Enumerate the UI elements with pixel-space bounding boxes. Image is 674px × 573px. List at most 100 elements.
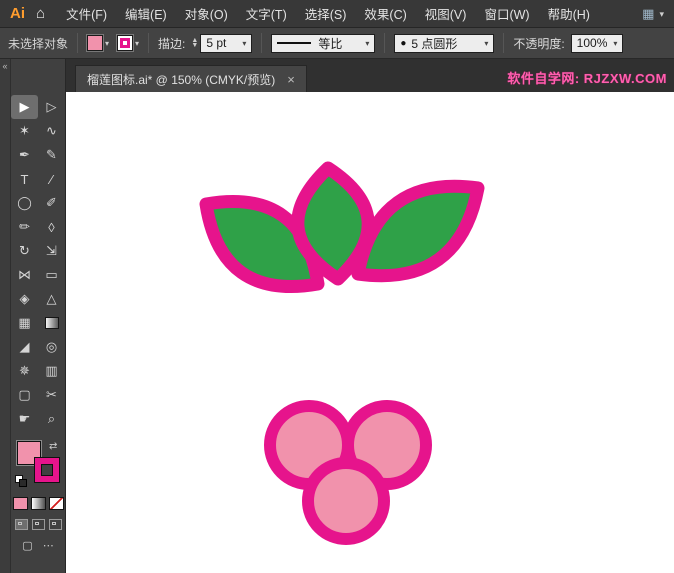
menu-window[interactable]: 窗口(W) [475, 4, 538, 23]
artboard-tool[interactable]: ▢ [11, 383, 38, 407]
type-icon: T [21, 172, 29, 187]
hand-tool[interactable]: ☛ [11, 407, 38, 431]
zoom-tool[interactable]: ⌕ [38, 407, 65, 431]
workspace-switcher[interactable]: ▦ ▾ [642, 0, 664, 28]
lasso-icon: ∿ [46, 123, 57, 139]
chevron-down-icon[interactable]: ▾ [236, 39, 246, 48]
menu-select[interactable]: 选择(S) [296, 4, 356, 23]
document-tab[interactable]: 榴莲图标.ai* @ 150% (CMYK/预览) × [75, 65, 307, 92]
draw-behind-button[interactable] [32, 519, 45, 530]
artboard-icon: ▢ [18, 387, 30, 403]
gradient-tool[interactable] [38, 311, 65, 335]
symbol-sprayer-tool[interactable]: ✵ [11, 359, 38, 383]
document-tab-bar: 榴莲图标.ai* @ 150% (CMYK/预览) × 软件自学网: RJZXW… [66, 59, 674, 92]
rotate-icon: ↻ [19, 243, 30, 259]
fill-color-swatch[interactable] [87, 35, 103, 51]
draw-normal-button[interactable] [15, 519, 28, 530]
symbol-sprayer-icon: ✵ [19, 363, 30, 379]
shape-builder-tool[interactable]: ◈ [11, 287, 38, 311]
paintbrush-tool[interactable]: ✐ [38, 191, 65, 215]
stroke-weight-stepper[interactable]: ▲▼ [191, 38, 198, 48]
canvas[interactable] [66, 92, 674, 573]
scale-tool[interactable]: ⇲ [38, 239, 65, 263]
stroke-weight-field[interactable]: 5 pt ▾ [200, 34, 252, 53]
blend-tool[interactable]: ◎ [38, 335, 65, 359]
magic-wand-icon: ✶ [19, 123, 30, 139]
swap-fill-stroke-icon[interactable]: ⇄ [49, 441, 57, 452]
brush-definition-dropdown[interactable]: ● 5 点圆形 ▾ [394, 34, 494, 53]
leaf-right-shape[interactable] [358, 186, 478, 275]
more-options-icon[interactable]: ⋯ [43, 539, 54, 552]
divider [503, 33, 504, 53]
type-tool[interactable]: T [11, 167, 38, 191]
pencil-icon: ✏ [19, 219, 30, 235]
width-profile-dropdown[interactable]: 等比 ▾ [271, 34, 375, 53]
watermark-text: 软件自学网: RJZXW.COM [507, 68, 667, 87]
default-fill-stroke-icon[interactable] [15, 475, 27, 487]
none-button[interactable] [49, 497, 64, 510]
chevron-down-icon[interactable]: ▾ [359, 39, 369, 48]
paintbrush-icon: ✐ [46, 195, 57, 211]
opacity-field[interactable]: 100% ▾ [571, 34, 623, 53]
color-button[interactable] [13, 497, 28, 510]
column-graph-icon: ▥ [45, 363, 57, 379]
berry-bottom-shape[interactable] [308, 463, 384, 539]
menu-type[interactable]: 文字(T) [237, 4, 296, 23]
line-segment-tool[interactable]: ∕ [38, 167, 65, 191]
collapse-panel-button[interactable]: « [2, 61, 7, 71]
screen-mode-row: ▢ ⋯ [11, 539, 65, 552]
chevron-down-icon[interactable]: ▾ [478, 39, 488, 48]
divider [384, 33, 385, 53]
change-screen-mode-button[interactable]: ▢ [22, 539, 32, 552]
menu-effect[interactable]: 效果(C) [355, 4, 415, 23]
curvature-tool[interactable]: ✎ [38, 143, 65, 167]
gradient-button[interactable] [31, 497, 46, 510]
menu-bar: Ai ⌂ 文件(F) 编辑(E) 对象(O) 文字(T) 选择(S) 效果(C)… [0, 0, 674, 28]
eraser-tool[interactable]: ◊ [38, 215, 65, 239]
mesh-icon: ▦ [18, 315, 30, 331]
slice-tool[interactable]: ✂ [38, 383, 65, 407]
perspective-grid-tool[interactable]: △ [38, 287, 65, 311]
home-icon[interactable]: ⌂ [34, 5, 57, 22]
free-transform-icon: ▭ [45, 267, 57, 283]
free-transform-tool[interactable]: ▭ [38, 263, 65, 287]
rotate-tool[interactable]: ↻ [11, 239, 38, 263]
panel-collapse-strip: « [0, 59, 11, 573]
tools-panel: ▶ ▷ ✶ ∿ ✒ ✎ T ∕ ◯ ✐ ✏ ◊ ↻ ⇲ ⋈ ▭ ◈ △ ▦ ◢ … [11, 59, 66, 573]
pencil-tool[interactable]: ✏ [11, 215, 38, 239]
stroke-swatch[interactable] [35, 458, 59, 482]
chevron-down-icon[interactable]: ▾ [607, 39, 617, 48]
width-tool[interactable]: ⋈ [11, 263, 38, 287]
divider [261, 33, 262, 53]
line-segment-icon: ∕ [50, 172, 52, 187]
stroke-color-swatch[interactable] [117, 35, 133, 51]
chevron-down-icon[interactable]: ▾ [105, 39, 109, 48]
control-bar: 未选择对象 ▾ ▾ 描边: ▲▼ 5 pt ▾ 等比 ▾ ● 5 点圆形 ▾ 不… [0, 28, 674, 59]
close-icon[interactable]: × [287, 72, 295, 87]
menu-view[interactable]: 视图(V) [416, 4, 476, 23]
draw-inside-button[interactable] [49, 519, 62, 530]
ellipse-tool[interactable]: ◯ [11, 191, 38, 215]
pen-tool[interactable]: ✒ [11, 143, 38, 167]
hand-icon: ☛ [19, 411, 31, 427]
column-graph-tool[interactable]: ▥ [38, 359, 65, 383]
lasso-tool[interactable]: ∿ [38, 119, 65, 143]
menu-edit[interactable]: 编辑(E) [116, 4, 176, 23]
stroke-weight-label: 描边: [158, 35, 185, 52]
menu-help[interactable]: 帮助(H) [539, 4, 599, 23]
direct-selection-tool[interactable]: ▷ [38, 95, 65, 119]
stroke-color-dropdown[interactable]: ▾ [117, 35, 139, 51]
chevron-down-icon[interactable]: ▾ [135, 39, 139, 48]
paint-style-row [11, 497, 65, 510]
magic-wand-tool[interactable]: ✶ [11, 119, 38, 143]
mesh-tool[interactable]: ▦ [11, 311, 38, 335]
eyedropper-tool[interactable]: ◢ [11, 335, 38, 359]
slice-icon: ✂ [46, 387, 57, 403]
document-tab-title: 榴莲图标.ai* @ 150% (CMYK/预览) [87, 71, 275, 88]
gradient-icon [45, 317, 59, 329]
fill-color-dropdown[interactable]: ▾ [87, 35, 109, 51]
menu-object[interactable]: 对象(O) [176, 4, 237, 23]
selection-tool[interactable]: ▶ [11, 95, 38, 119]
menu-file[interactable]: 文件(F) [57, 4, 116, 23]
selection-tool-icon: ▶ [20, 99, 30, 115]
